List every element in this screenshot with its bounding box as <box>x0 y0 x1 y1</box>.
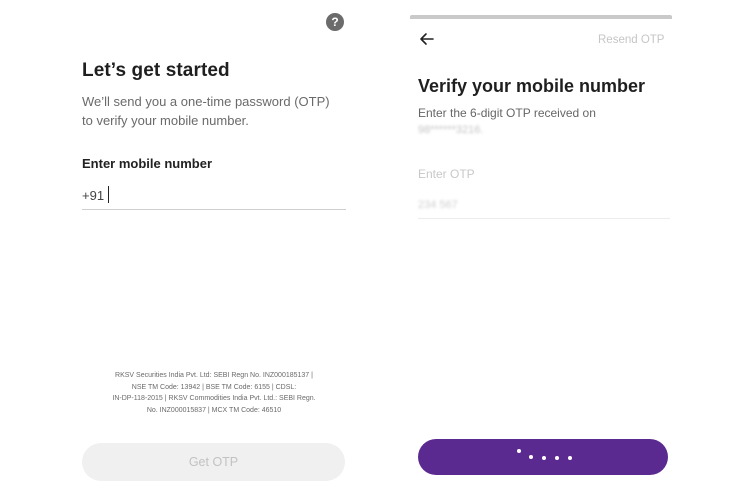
disclaimer-line: IN-DP-118-2015 | RKSV Commodities India … <box>112 395 316 402</box>
verify-title: Verify your mobile number <box>418 76 646 96</box>
country-code: +91 <box>82 188 105 203</box>
verify-subtitle: Enter the 6-digit OTP received on <box>418 106 596 120</box>
help-icon[interactable]: ? <box>326 13 344 31</box>
otp-input[interactable]: 234 567 <box>418 199 458 211</box>
subtitle-line: We’ll send you a one-time password (OTP) <box>82 94 330 109</box>
arrow-left-icon[interactable] <box>418 30 436 48</box>
otp-label: Enter OTP <box>418 167 475 181</box>
otp-underline <box>418 218 670 219</box>
loading-dot <box>542 456 546 460</box>
page-title: Let’s get started <box>82 60 230 81</box>
mobile-number-label: Enter mobile number <box>82 156 213 171</box>
page-subtitle: We’ll send you a one-time password (OTP)… <box>82 92 352 130</box>
input-underline <box>82 209 346 210</box>
loading-dot <box>517 449 521 453</box>
mobile-number-input[interactable] <box>106 184 344 206</box>
loading-dot <box>529 455 533 459</box>
disclaimer-line: RKSV Securities India Pvt. Ltd: SEBI Reg… <box>115 372 313 379</box>
resend-otp-link[interactable]: Resend OTP <box>598 34 664 46</box>
regulatory-disclaimer: RKSV Securities India Pvt. Ltd: SEBI Reg… <box>90 370 338 416</box>
verify-submit-button[interactable] <box>418 439 668 475</box>
get-otp-button[interactable]: Get OTP <box>82 443 345 481</box>
loading-dot <box>555 456 559 460</box>
disclaimer-line: No. INZ000015837 | MCX TM Code: 46510 <box>146 406 282 414</box>
disclaimer-line: NSE TM Code: 13942 | BSE TM Code: 6155 |… <box>131 383 297 391</box>
masked-mobile-number: 98******3216. <box>418 124 484 136</box>
screen-top-edge <box>410 15 672 19</box>
loading-dot <box>568 456 572 460</box>
subtitle-line: to verify your mobile number. <box>82 113 249 128</box>
